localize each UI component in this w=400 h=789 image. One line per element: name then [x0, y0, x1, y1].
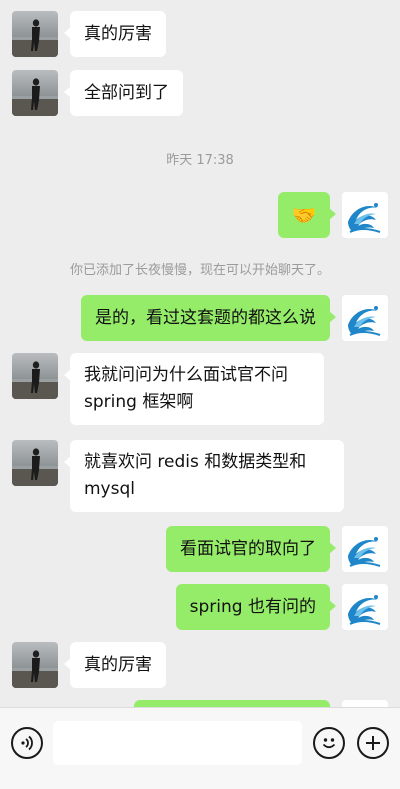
- message-bubble[interactable]: 全部问到了: [64, 70, 183, 116]
- message-input[interactable]: [53, 721, 302, 765]
- message-bubble[interactable]: 是的，看过这套题的都这么说: [81, 295, 336, 341]
- message-bubble[interactable]: spring 也有问的: [175, 584, 337, 630]
- message-text: 真的厉害: [84, 655, 152, 675]
- contact-avatar[interactable]: [12, 642, 58, 688]
- emoji-icon[interactable]: [313, 727, 345, 759]
- self-avatar[interactable]: [342, 192, 388, 238]
- contact-avatar[interactable]: [12, 70, 58, 116]
- message-text: spring 也有问的: [189, 597, 316, 617]
- self-avatar[interactable]: [342, 700, 388, 707]
- message-bubble[interactable]: 就喜欢问 redis 和数据类型和 mysql: [64, 440, 344, 512]
- message-text: 全部问到了: [84, 83, 169, 103]
- message-bubble[interactable]: [134, 700, 330, 707]
- message-text-line: 就喜欢问 redis 和数据类型和: [84, 452, 307, 472]
- message-bubble[interactable]: 真的厉害: [64, 11, 166, 57]
- message-text: 看面试官的取向了: [180, 539, 316, 559]
- chat-message-list[interactable]: 真的厉害 全部问到了 昨天 17:38 🤝 你已添加了长夜慢慢，现在可以开始聊天…: [0, 0, 400, 707]
- handshake-emoji-icon: 🤝: [291, 202, 317, 227]
- message-text: 真的厉害: [84, 24, 152, 44]
- self-avatar[interactable]: [342, 295, 388, 341]
- contact-avatar[interactable]: [12, 353, 58, 399]
- contact-avatar[interactable]: [12, 11, 58, 57]
- message-text-line: mysql: [84, 479, 135, 499]
- chat-input-bar: [0, 707, 400, 789]
- timestamp: 昨天 17:38: [166, 153, 234, 168]
- message-bubble[interactable]: 我就问问为什么面试官不问 spring 框架啊: [64, 353, 324, 425]
- voice-icon[interactable]: [11, 727, 43, 759]
- message-text-line: 我就问问为什么面试官不问: [84, 365, 288, 385]
- message-text: 是的，看过这套题的都这么说: [95, 308, 316, 328]
- system-notice: 你已添加了长夜慢慢，现在可以开始聊天了。: [69, 263, 330, 278]
- message-bubble[interactable]: 看面试官的取向了: [166, 526, 336, 572]
- message-bubble[interactable]: 真的厉害: [64, 642, 166, 688]
- plus-icon[interactable]: [357, 727, 389, 759]
- contact-avatar[interactable]: [12, 440, 58, 486]
- self-avatar[interactable]: [342, 526, 388, 572]
- message-bubble[interactable]: 🤝: [278, 192, 336, 238]
- message-text-line: spring 框架啊: [84, 392, 194, 412]
- self-avatar[interactable]: [342, 584, 388, 630]
